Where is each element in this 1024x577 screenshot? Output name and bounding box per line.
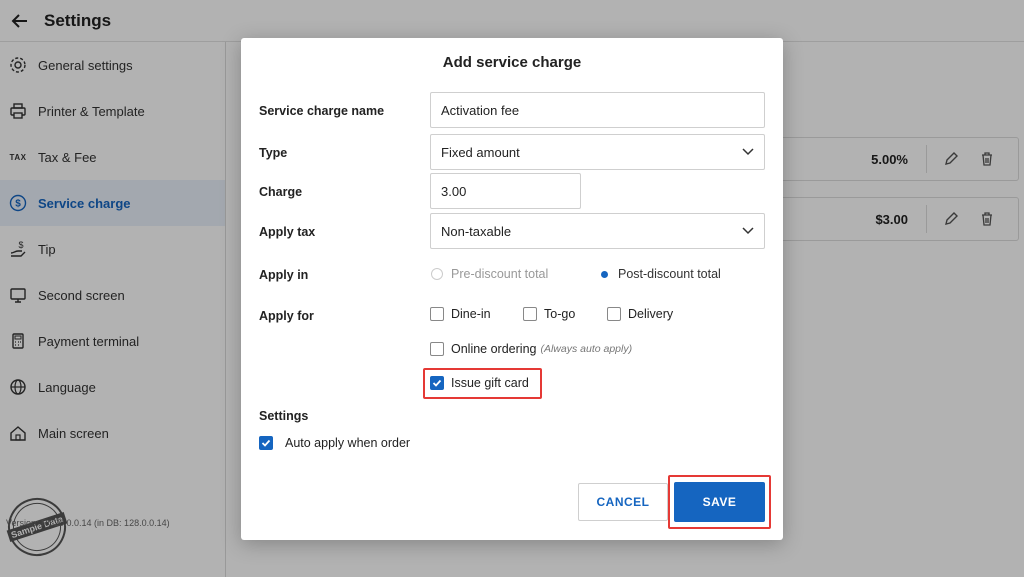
charge-input[interactable] bbox=[441, 183, 580, 199]
checkbox-label: To-go bbox=[544, 307, 576, 321]
chevron-down-icon bbox=[742, 227, 754, 235]
charge-label: Charge bbox=[259, 185, 303, 199]
service-charge-name-input[interactable] bbox=[441, 102, 764, 118]
save-button[interactable]: SAVE bbox=[674, 482, 765, 522]
type-label: Type bbox=[259, 146, 288, 160]
checkbox-box bbox=[523, 307, 537, 321]
apply-for-label: Apply for bbox=[259, 309, 314, 323]
radio-post-discount-total[interactable]: Post-discount total bbox=[598, 267, 721, 281]
type-select[interactable]: Fixed amount bbox=[430, 134, 765, 170]
online-ordering-hint: (Always auto apply) bbox=[540, 343, 633, 355]
radio-label: Post-discount total bbox=[618, 267, 721, 281]
checkmark-icon bbox=[432, 379, 442, 387]
checkbox-label: Delivery bbox=[628, 307, 674, 321]
checkbox-label: Auto apply when order bbox=[285, 436, 411, 450]
chevron-down-icon bbox=[742, 148, 754, 156]
checkbox-label: Online ordering bbox=[451, 342, 537, 356]
checkbox-box bbox=[430, 376, 444, 390]
checkbox-dine-in[interactable]: Dine-in bbox=[430, 307, 491, 321]
checkbox-box bbox=[607, 307, 621, 321]
apply-in-label: Apply in bbox=[259, 268, 309, 282]
checkbox-box bbox=[259, 436, 273, 450]
apply-tax-selected-value: Non-taxable bbox=[441, 223, 512, 239]
radio-indicator bbox=[598, 268, 610, 280]
checkbox-delivery[interactable]: Delivery bbox=[607, 307, 673, 321]
checkbox-box bbox=[430, 342, 444, 356]
type-selected-value: Fixed amount bbox=[441, 144, 520, 160]
radio-label: Pre-discount total bbox=[451, 267, 549, 281]
checkbox-to-go[interactable]: To-go bbox=[523, 307, 575, 321]
radio-pre-discount-total[interactable]: Pre-discount total bbox=[431, 267, 548, 281]
apply-tax-label: Apply tax bbox=[259, 225, 316, 239]
service-charge-name-field[interactable] bbox=[430, 92, 765, 128]
radio-indicator bbox=[431, 268, 443, 280]
add-service-charge-dialog: Add service charge Service charge name T… bbox=[241, 38, 783, 540]
apply-tax-select[interactable]: Non-taxable bbox=[430, 213, 765, 249]
service-charge-name-label: Service charge name bbox=[259, 104, 385, 118]
cancel-button[interactable]: CANCEL bbox=[578, 483, 668, 521]
checkbox-label: Issue gift card bbox=[451, 376, 529, 390]
checkbox-auto-apply[interactable]: Auto apply when order bbox=[259, 436, 410, 450]
dialog-title: Add service charge bbox=[442, 54, 582, 71]
checkbox-box bbox=[430, 307, 444, 321]
settings-label: Settings bbox=[259, 409, 309, 423]
checkbox-label: Dine-in bbox=[451, 307, 491, 321]
checkbox-online-ordering[interactable]: Online ordering (Always auto apply) bbox=[430, 342, 632, 356]
checkmark-icon bbox=[261, 439, 271, 447]
charge-field[interactable] bbox=[430, 173, 581, 209]
checkbox-issue-gift-card[interactable]: Issue gift card bbox=[430, 376, 529, 390]
